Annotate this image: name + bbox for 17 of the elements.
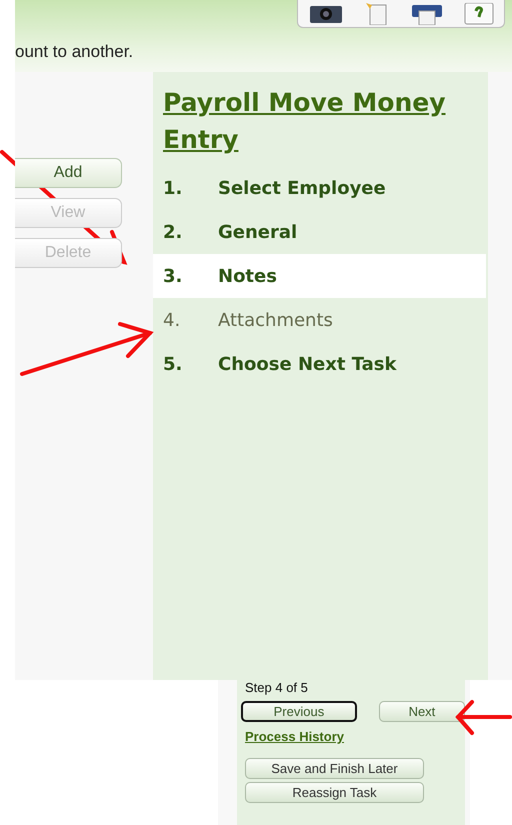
wizard-step[interactable]: 1. Select Employee — [153, 166, 486, 210]
task-button[interactable]: Reassign Task — [245, 782, 424, 803]
wizard-step[interactable]: 3. Notes — [153, 254, 486, 298]
wizard-title[interactable]: Payroll Move Money Entry — [163, 84, 478, 158]
action-button[interactable]: Add — [15, 158, 122, 188]
help-icon[interactable] — [464, 2, 494, 24]
wizard-step[interactable]: 5. Choose Next Task — [153, 342, 486, 386]
previous-button[interactable]: Previous — [241, 701, 357, 722]
description-text: ount to another. — [15, 42, 134, 62]
camera-icon[interactable] — [308, 4, 342, 24]
task-button[interactable]: Save and Finish Later — [245, 758, 424, 779]
document-icon[interactable] — [364, 2, 390, 24]
wizard-step[interactable]: 2. General — [153, 210, 486, 254]
next-button[interactable]: Next — [378, 701, 465, 722]
process-history-link[interactable]: Process History — [245, 729, 344, 744]
step-counter: Step 4 of 5 — [245, 680, 308, 695]
printer-icon[interactable] — [410, 2, 442, 24]
